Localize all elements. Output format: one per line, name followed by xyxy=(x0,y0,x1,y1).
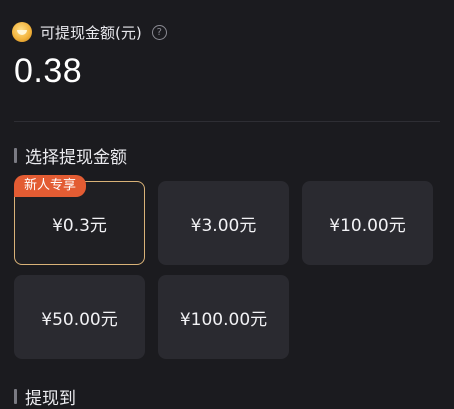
amount-option-50[interactable]: ¥50.00元 xyxy=(14,275,145,359)
amount-option-100[interactable]: ¥100.00元 xyxy=(158,275,289,359)
section-marker xyxy=(14,147,17,163)
withdrawable-amount-label: 可提现金额(元) xyxy=(40,23,142,42)
section-label: 选择提现金额 xyxy=(25,147,127,168)
coin-icon xyxy=(12,22,32,42)
divider xyxy=(14,121,440,122)
withdraw-destination-section-title: 提现到 xyxy=(14,384,76,409)
amount-option-3[interactable]: ¥3.00元 xyxy=(158,181,289,265)
balance-header: 可提现金额(元) ? xyxy=(12,20,167,44)
help-icon[interactable]: ? xyxy=(151,24,167,40)
balance-value: 0.38 xyxy=(14,52,83,90)
amount-option-10[interactable]: ¥10.00元 xyxy=(302,181,433,265)
section-marker xyxy=(14,388,17,404)
section-label: 提现到 xyxy=(25,388,76,409)
select-amount-section-title: 选择提现金额 xyxy=(14,143,127,168)
new-user-badge: 新人专享 xyxy=(14,175,87,197)
